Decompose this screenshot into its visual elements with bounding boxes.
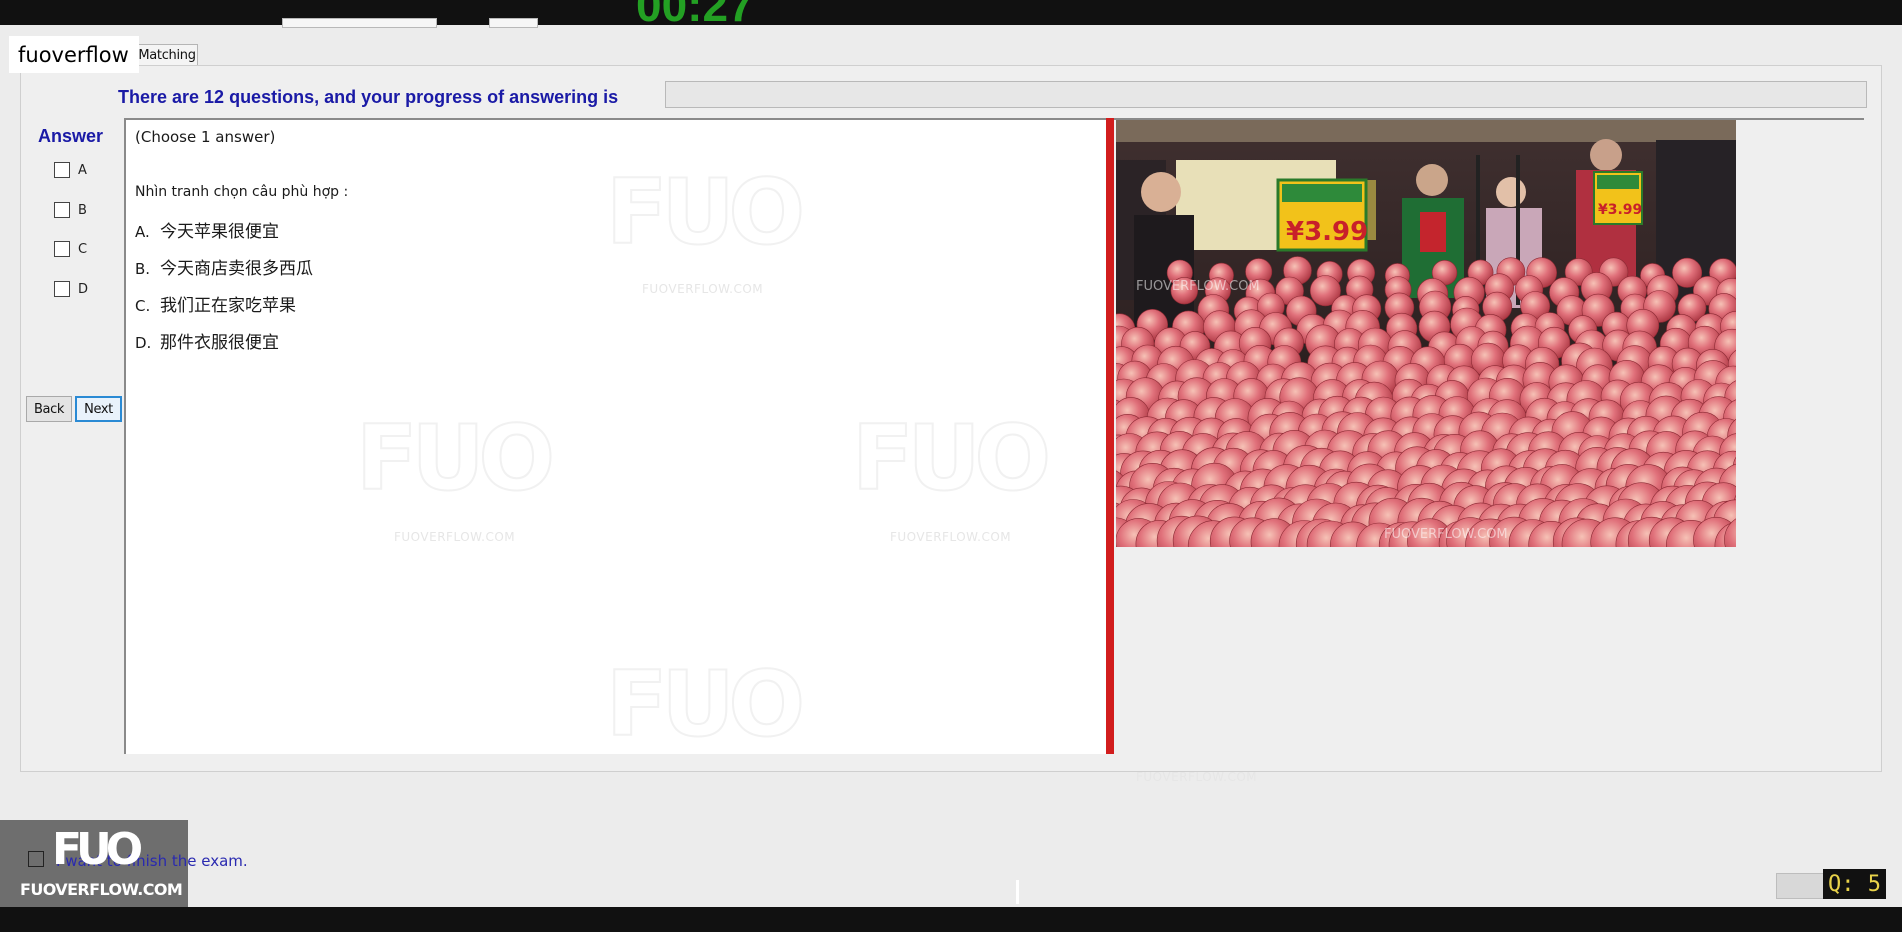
bottom-bar bbox=[0, 907, 1902, 932]
choice-text: 今天商店卖很多西瓜 bbox=[160, 259, 313, 279]
watermark-logo: FUO bbox=[605, 651, 806, 754]
fuo-logo-site: FUOVERFLOW.COM bbox=[20, 880, 183, 899]
answer-option-label: D bbox=[78, 281, 89, 297]
answer-option-c[interactable]: C bbox=[54, 241, 87, 257]
choice-letter: A. bbox=[135, 223, 150, 241]
apples-photo-icon: ¥3.99 ¥3.99 FUOVERFLOW.COM FUOVERFLOW.CO… bbox=[1116, 120, 1736, 547]
next-button[interactable]: Next bbox=[75, 396, 122, 422]
question-panel: FUO FUOVERFLOW.COM FUO FUOVERFLOW.COM FU… bbox=[124, 118, 1106, 754]
question-counter: Q: 5 bbox=[1823, 869, 1886, 899]
watermark-logo: FUO bbox=[605, 159, 806, 266]
checkbox-a[interactable] bbox=[54, 162, 70, 178]
mouse-cursor bbox=[1016, 880, 1019, 904]
back-button[interactable]: Back bbox=[26, 396, 72, 422]
price-tag-text: ¥3.99 bbox=[1286, 217, 1368, 247]
choice-letter: C. bbox=[135, 297, 151, 315]
answer-heading: Answer bbox=[38, 126, 104, 146]
finish-checkbox[interactable] bbox=[28, 851, 44, 867]
progress-bar bbox=[665, 81, 1867, 108]
answer-option-label: C bbox=[78, 241, 88, 257]
photo-watermark: FUOVERFLOW.COM bbox=[1384, 527, 1508, 542]
watermark-site: FUOVERFLOW.COM bbox=[642, 282, 764, 296]
answer-option-b[interactable]: B bbox=[54, 202, 87, 218]
question-prompt: Nhìn tranh chọn câu phù hợp : bbox=[135, 184, 349, 200]
watermark-site: FUOVERFLOW.COM bbox=[394, 530, 516, 544]
answer-option-a[interactable]: A bbox=[54, 162, 87, 178]
top-combo-box[interactable] bbox=[282, 18, 437, 28]
choice-letter: D. bbox=[135, 334, 152, 352]
choice-c: C. 我们正在家吃苹果 bbox=[135, 291, 296, 316]
watermark-site: FUOVERFLOW.COM bbox=[1136, 770, 1258, 784]
choice-d: D. 那件衣服很便宜 bbox=[135, 328, 279, 353]
answer-option-label: A bbox=[78, 162, 87, 178]
question-image: ¥3.99 ¥3.99 FUOVERFLOW.COM FUOVERFLOW.CO… bbox=[1116, 120, 1736, 547]
photo-watermark: FUOVERFLOW.COM bbox=[1136, 279, 1260, 294]
choice-text: 我们正在家吃苹果 bbox=[160, 296, 296, 316]
brand-label: fuoverflow bbox=[9, 36, 139, 73]
choice-a: A. 今天苹果很便宜 bbox=[135, 217, 279, 242]
progress-label: There are 12 questions, and your progres… bbox=[118, 87, 619, 107]
watermark-logo: FUO bbox=[355, 405, 556, 512]
choice-letter: B. bbox=[135, 260, 151, 278]
choice-text: 那件衣服很便宜 bbox=[160, 333, 279, 353]
answer-option-label: B bbox=[78, 202, 87, 218]
exam-timer: 00:27 bbox=[636, 0, 806, 25]
fuo-logo: FUO bbox=[52, 824, 143, 875]
price-tag-text: ¥3.99 bbox=[1598, 202, 1642, 218]
top-small-field[interactable] bbox=[489, 18, 538, 28]
question-instruction: (Choose 1 answer) bbox=[135, 128, 276, 146]
watermark-logo: FUO bbox=[851, 405, 1052, 512]
tab-matching[interactable]: Matching bbox=[136, 44, 198, 66]
checkbox-d[interactable] bbox=[54, 281, 70, 297]
panel-splitter[interactable] bbox=[1106, 118, 1114, 754]
answer-option-d[interactable]: D bbox=[54, 281, 88, 297]
choice-b: B. 今天商店卖很多西瓜 bbox=[135, 254, 313, 279]
checkbox-b[interactable] bbox=[54, 202, 70, 218]
watermark-site: FUOVERFLOW.COM bbox=[890, 530, 1012, 544]
checkbox-c[interactable] bbox=[54, 241, 70, 257]
choice-text: 今天苹果很便宜 bbox=[160, 222, 279, 242]
